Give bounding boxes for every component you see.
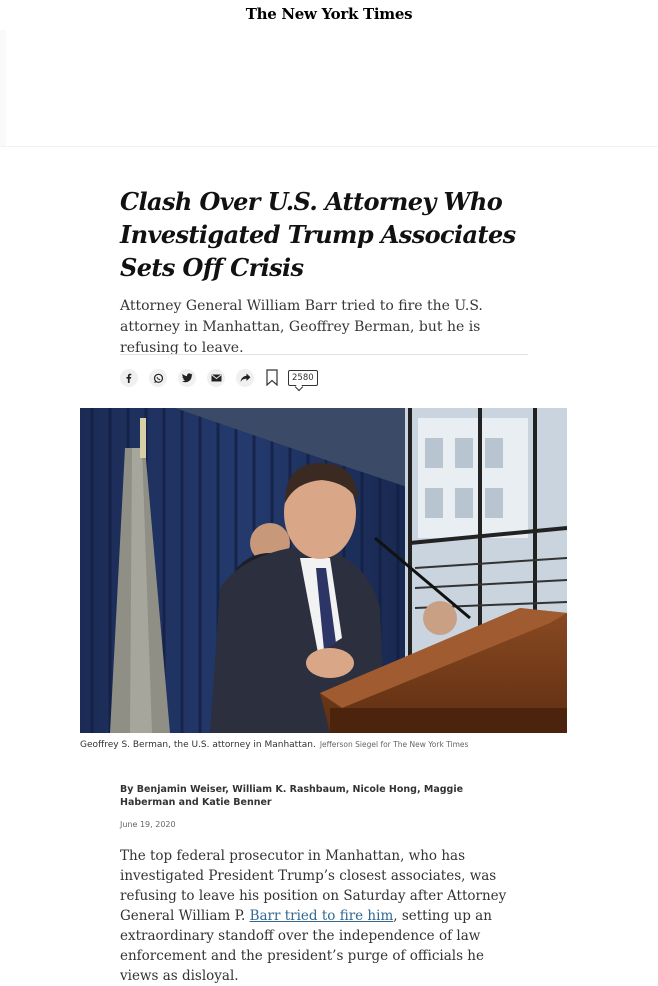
email-button[interactable] [207, 369, 225, 387]
photo-credit: Jefferson Siegel for The New York Times [319, 740, 469, 749]
whatsapp-button[interactable] [149, 369, 167, 387]
article-body-paragraph: The top federal prosecutor in Manhattan,… [120, 846, 525, 986]
article-headline: Clash Over U.S. Attorney Who Investigate… [120, 187, 516, 282]
byline: By Benjamin Weiser, William K. Rashbaum,… [120, 784, 464, 808]
photo-caption: Geoffrey S. Berman, the U.S. attorney in… [80, 740, 580, 750]
twitter-icon [181, 373, 193, 383]
twitter-button[interactable] [178, 369, 196, 387]
bookmark-button[interactable] [266, 369, 278, 387]
email-icon [211, 374, 222, 382]
lead-photo [80, 408, 567, 733]
article-summary: Attorney General William Barr tried to f… [120, 298, 483, 356]
share-button[interactable] [236, 369, 254, 387]
bookmark-icon [266, 369, 278, 390]
share-icon [240, 373, 251, 383]
comments-button[interactable]: 2580 [288, 370, 318, 386]
lead-photo-image [80, 408, 567, 733]
ad-slot [0, 30, 658, 147]
divider [120, 354, 528, 355]
photo-caption-text: Geoffrey S. Berman, the U.S. attorney in… [80, 740, 316, 750]
nyt-logo[interactable]: The New York Times [246, 5, 413, 23]
masthead: The New York Times [0, 0, 658, 30]
comments-count: 2580 [292, 373, 314, 383]
ad-slot-edge [0, 30, 6, 146]
publish-date: June 19, 2020 [120, 820, 176, 829]
share-toolbar: 2580 [120, 367, 340, 389]
barr-tried-to-fire-him-link[interactable]: Barr tried to fire him [250, 908, 394, 924]
whatsapp-icon [153, 373, 164, 384]
facebook-button[interactable] [120, 369, 138, 387]
facebook-icon [124, 373, 134, 383]
